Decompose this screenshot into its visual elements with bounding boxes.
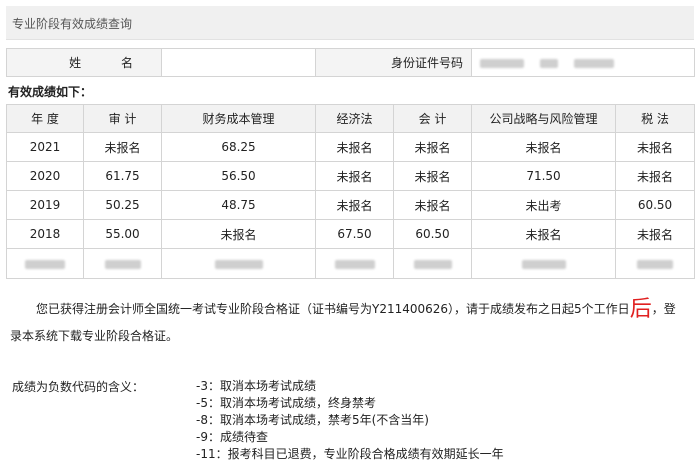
table-cell: 未报名 [471,132,616,162]
negative-codes-list: -3：取消本场考试成绩 -5：取消本场考试成绩，终身禁考 -8：取消本场考试成绩… [196,378,504,463]
code-item: -11：报考科目已退费，专业阶段合格成绩有效期延长一年 [196,447,504,461]
redacted-cell [471,248,616,279]
table-cell: 56.50 [161,161,316,191]
code-item: -5：取消本场考试成绩，终身禁考 [196,396,376,410]
table-cell: 2020 [6,161,84,191]
notice-text: 您已获得注册会计师全国统一考试专业阶段合格证（证书编号为Y211400626），… [36,302,630,316]
table-cell: 未报名 [315,132,394,162]
table-cell: 未报名 [315,190,394,220]
table-cell: 2018 [6,219,84,249]
redacted-row [6,248,695,279]
redacted-cell [6,248,84,279]
table-cell: 未报名 [393,161,472,191]
table-cell: 未出考 [471,190,616,220]
table-cell: 未报名 [615,219,695,249]
table-cell: 未报名 [315,161,394,191]
table-cell: 71.50 [471,161,616,191]
redacted-cell [615,248,695,279]
table-cell: 未报名 [393,190,472,220]
table-cell: 未报名 [615,161,695,191]
table-cell: 60.50 [393,219,472,249]
code-item: -8：取消本场考试成绩，禁考5年(不含当年) [196,413,429,427]
column-header-accounting: 会 计 [393,104,472,133]
column-header-strategy-risk: 公司战略与风险管理 [471,104,616,133]
table-cell: 68.25 [161,132,316,162]
table-cell: 61.75 [83,161,162,191]
scores-table: 年 度 审 计 财务成本管理 经济法 会 计 公司战略与风险管理 税 法 202… [6,104,695,279]
page-title: 专业阶段有效成绩查询 [12,17,133,31]
table-cell: 50.25 [83,190,162,220]
column-header-year: 年 度 [6,104,84,133]
table-cell: 67.50 [315,219,394,249]
redacted-cell [315,248,394,279]
table-row: 2021 未报名 68.25 未报名 未报名 未报名 未报名 [6,132,695,162]
identity-table: 姓 名 身份证件号码 [6,48,695,77]
redacted-id-block [480,58,524,68]
id-number-label: 身份证件号码 [315,48,472,77]
code-item: -3：取消本场考试成绩 [196,379,316,393]
table-cell: 2019 [6,190,84,220]
table-row: 2019 50.25 48.75 未报名 未报名 未出考 60.50 [6,190,695,220]
id-number-value [471,48,695,77]
table-cell: 60.50 [615,190,695,220]
redacted-cell [161,248,316,279]
column-header-tax-law: 税 法 [615,104,695,133]
redacted-id-block [539,58,558,68]
name-value [161,48,316,77]
table-row: 2020 61.75 56.50 未报名 未报名 71.50 未报名 [6,161,695,191]
notice-emphasis: 后 [629,297,652,322]
table-cell: 未报名 [83,132,162,162]
table-cell: 55.00 [83,219,162,249]
scores-section-label: 有效成绩如下： [8,85,93,99]
table-cell: 48.75 [161,190,316,220]
table-row: 2018 55.00 未报名 67.50 60.50 未报名 未报名 [6,219,695,249]
table-cell: 未报名 [471,219,616,249]
column-header-economic-law: 经济法 [315,104,394,133]
column-header-audit: 审 计 [83,104,162,133]
negative-codes-label: 成绩为负数代码的含义： [12,380,145,394]
redacted-cell [83,248,162,279]
redacted-cell [393,248,472,279]
table-cell: 未报名 [393,132,472,162]
table-cell: 未报名 [161,219,316,249]
redacted-id-block [573,58,614,68]
name-label: 姓 名 [6,48,162,77]
scores-header-row: 年 度 审 计 财务成本管理 经济法 会 计 公司战略与风险管理 税 法 [6,104,695,133]
table-cell: 未报名 [615,132,695,162]
certificate-notice: 您已获得注册会计师全国统一考试专业阶段合格证（证书编号为Y211400626），… [10,296,680,349]
page-header: 专业阶段有效成绩查询 [6,6,694,40]
column-header-financial-cost-management: 财务成本管理 [161,104,316,133]
code-item: -9：成绩待查 [196,430,268,444]
table-cell: 2021 [6,132,84,162]
